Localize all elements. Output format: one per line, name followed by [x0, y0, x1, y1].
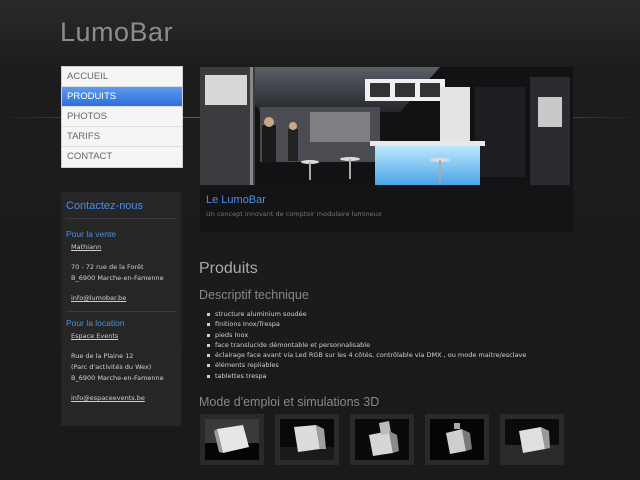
- hero-caption: Le LumoBar Un concept innovant de compto…: [200, 187, 573, 232]
- spec-heading: Descriptif technique: [199, 288, 309, 302]
- contact-panel: Contactez-nous Pour la vente Mathiann 70…: [61, 192, 181, 426]
- thumbnail-image: [355, 419, 409, 460]
- rental-address-line2: (Parc d'activités du Wex): [71, 363, 152, 371]
- thumbnail-1[interactable]: [200, 414, 264, 465]
- thumbnail-image: [505, 419, 559, 460]
- list-item: tablettes trespa: [206, 371, 526, 381]
- thumbnail-4[interactable]: [425, 414, 489, 465]
- hero-banner[interactable]: Le LumoBar Un concept innovant de compto…: [200, 67, 573, 232]
- contact-title: Contactez-nous: [66, 200, 176, 219]
- thumbnail-image: [205, 419, 259, 460]
- rental-address-line1: Rue de la Plaine 12: [71, 352, 134, 360]
- nav-item-photos[interactable]: PHOTOS: [62, 107, 182, 127]
- rental-email-link[interactable]: info@espaceevents.be: [66, 393, 176, 404]
- sales-address-line1: 70 - 72 rue de la Forêt: [71, 263, 144, 271]
- sales-email-link[interactable]: info@lumobar.be: [66, 293, 176, 304]
- list-item: finitions Inox/Trespa: [206, 319, 526, 329]
- nav-item-contact[interactable]: CONTACT: [62, 147, 182, 167]
- hero-subtitle: Un concept innovant de comptoir modulair…: [206, 210, 382, 218]
- list-item: pieds Inox: [206, 330, 526, 340]
- sales-name-link[interactable]: Mathiann: [66, 242, 176, 253]
- rental-name-link[interactable]: Espace Events: [66, 331, 176, 342]
- page-title: Produits: [199, 260, 258, 277]
- site-logo[interactable]: LumoBar: [60, 17, 173, 48]
- rental-heading: Pour la location: [66, 318, 125, 328]
- thumbnail-5[interactable]: [500, 414, 564, 465]
- rental-address-line3: B_6900 Marche-en-Famenne: [71, 374, 164, 382]
- thumbnail-2[interactable]: [275, 414, 339, 465]
- nav-item-produits[interactable]: PRODUITS: [62, 87, 182, 107]
- feature-list: structure aluminium soudée finitions Ino…: [206, 309, 526, 381]
- main-nav: ACCUEIL PRODUITS PHOTOS TARIFS CONTACT: [61, 66, 183, 168]
- sales-address-line2: B_6900 Marche-en-Famenne: [71, 274, 164, 282]
- thumbnail-image: [430, 419, 484, 460]
- list-item: éclairage face avant via Led RGB sur les…: [206, 350, 526, 360]
- thumbnail-3[interactable]: [350, 414, 414, 465]
- list-item: face translucide démontable et personnal…: [206, 340, 526, 350]
- hero-title: Le LumoBar: [206, 194, 266, 206]
- usage-heading: Mode d'emploi et simulations 3D: [199, 395, 380, 409]
- sales-heading: Pour la vente: [66, 229, 117, 239]
- nav-item-accueil[interactable]: ACCUEIL: [62, 67, 182, 87]
- thumbnail-image: [280, 419, 334, 460]
- list-item: structure aluminium soudée: [206, 309, 526, 319]
- contact-divider: [66, 311, 176, 312]
- list-item: éléments repliables: [206, 360, 526, 370]
- nav-item-tarifs[interactable]: TARIFS: [62, 127, 182, 147]
